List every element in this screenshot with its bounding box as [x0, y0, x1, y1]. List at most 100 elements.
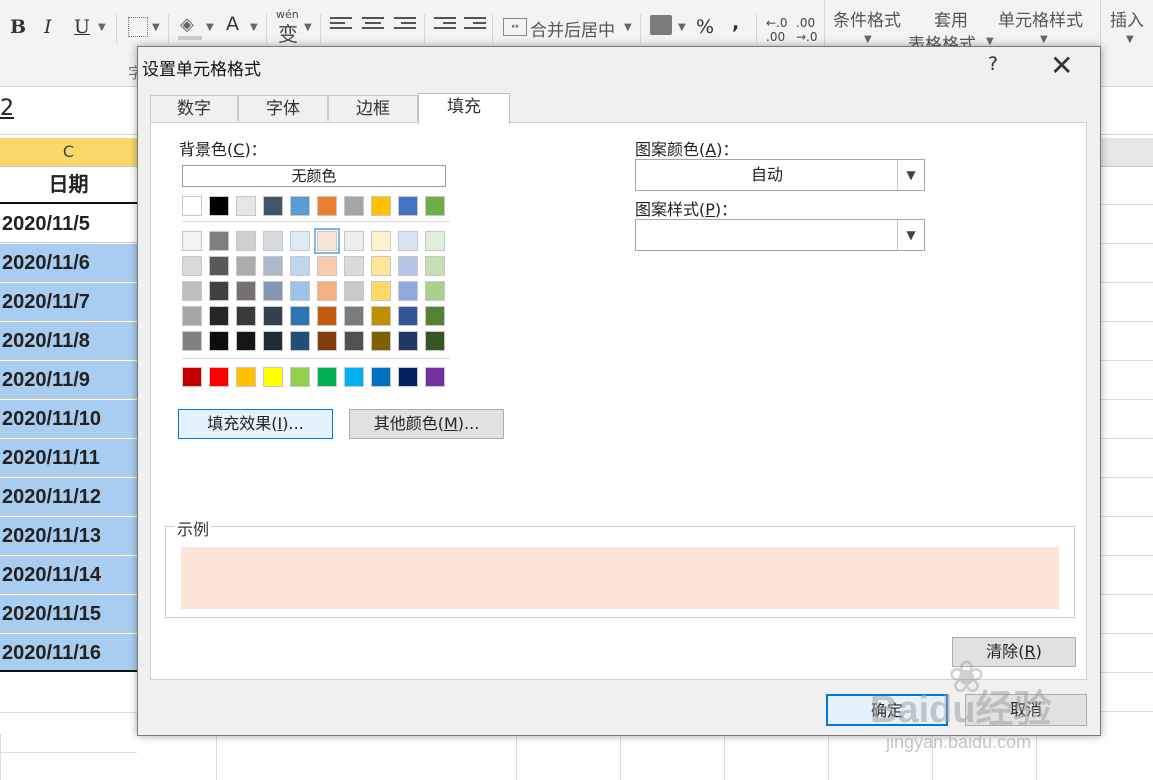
align-left-icon[interactable]	[330, 17, 352, 33]
chevron-down-icon[interactable]: ▼	[897, 160, 924, 190]
standard-color-swatch[interactable]	[317, 367, 337, 387]
theme-color-swatch[interactable]	[209, 196, 229, 216]
tint-color-swatch[interactable]	[182, 306, 202, 326]
tint-color-swatch[interactable]	[290, 281, 310, 301]
merge-center-button[interactable]: 合并后居中	[530, 16, 615, 41]
tint-color-swatch[interactable]	[263, 306, 283, 326]
border-dropdown-icon[interactable]: ▼	[152, 22, 160, 33]
standard-color-swatch[interactable]	[263, 367, 283, 387]
standard-color-swatch[interactable]	[236, 367, 256, 387]
tint-color-swatch[interactable]	[236, 256, 256, 276]
help-icon[interactable]: ?	[988, 53, 998, 75]
theme-color-swatch[interactable]	[263, 196, 283, 216]
tint-color-swatch[interactable]	[344, 256, 364, 276]
decrease-decimal-icon[interactable]: .00 →.0	[796, 16, 818, 44]
more-colors-button[interactable]: 其他颜色(M)...	[349, 409, 504, 439]
tint-color-swatch[interactable]	[425, 331, 445, 351]
date-cell[interactable]: 2020/11/9	[0, 361, 137, 399]
font-color-dropdown-icon[interactable]: ▼	[250, 22, 258, 33]
no-color-button[interactable]: 无颜色	[182, 165, 446, 187]
tint-color-swatch[interactable]	[398, 331, 418, 351]
header-cell-date[interactable]: 日期	[0, 166, 137, 204]
close-icon[interactable]: ✕	[1050, 49, 1073, 82]
fill-color-dropdown-icon[interactable]: ▼	[206, 22, 214, 33]
underline-button[interactable]: U	[74, 16, 90, 38]
bold-button[interactable]: B	[10, 16, 26, 38]
tint-color-swatch[interactable]	[236, 331, 256, 351]
tint-color-swatch[interactable]	[314, 228, 340, 254]
standard-color-swatch[interactable]	[209, 367, 229, 387]
tint-color-swatch[interactable]	[425, 306, 445, 326]
standard-color-swatch[interactable]	[290, 367, 310, 387]
tint-color-swatch[interactable]	[236, 281, 256, 301]
tint-color-swatch[interactable]	[263, 256, 283, 276]
insert-dropdown-icon[interactable]: ▼	[1126, 34, 1134, 45]
date-cell[interactable]: 2020/11/11	[0, 439, 137, 477]
merge-dropdown-icon[interactable]: ▼	[624, 22, 632, 33]
tint-color-swatch[interactable]	[344, 331, 364, 351]
column-header-c[interactable]: C	[0, 138, 138, 167]
percent-button[interactable]: %	[696, 16, 714, 38]
theme-color-swatch[interactable]	[398, 196, 418, 216]
insert-button[interactable]: 插入	[1110, 6, 1144, 31]
conditional-format-dropdown-icon[interactable]: ▼	[864, 34, 872, 45]
tint-color-swatch[interactable]	[344, 306, 364, 326]
theme-color-swatch[interactable]	[425, 196, 445, 216]
date-cell[interactable]: 2020/11/16	[0, 634, 137, 672]
tint-color-swatch[interactable]	[290, 331, 310, 351]
tint-color-swatch[interactable]	[182, 256, 202, 276]
italic-button[interactable]: I	[44, 16, 52, 38]
fill-color-icon[interactable]: ◈	[180, 14, 194, 35]
pattern-style-select[interactable]: ▼	[635, 219, 925, 251]
date-cell[interactable]: 2020/11/5	[0, 205, 137, 243]
decrease-indent-icon[interactable]	[434, 17, 456, 33]
tint-color-swatch[interactable]	[317, 331, 337, 351]
currency-dropdown-icon[interactable]: ▼	[678, 22, 686, 33]
name-box[interactable]: 2	[0, 96, 14, 121]
date-cell[interactable]: 2020/11/12	[0, 478, 137, 516]
tint-color-swatch[interactable]	[263, 331, 283, 351]
theme-color-swatch[interactable]	[236, 196, 256, 216]
fill-effects-button[interactable]: 填充效果(I)...	[178, 409, 333, 439]
pattern-color-select[interactable]: 自动 ▼	[635, 159, 925, 191]
tint-color-swatch[interactable]	[209, 256, 229, 276]
tint-color-swatch[interactable]	[398, 231, 418, 251]
standard-color-swatch[interactable]	[344, 367, 364, 387]
standard-color-swatch[interactable]	[182, 367, 202, 387]
tab-number[interactable]: 数字	[150, 95, 238, 121]
standard-color-swatch[interactable]	[425, 367, 445, 387]
theme-color-swatch[interactable]	[344, 196, 364, 216]
theme-color-swatch[interactable]	[182, 196, 202, 216]
theme-color-swatch[interactable]	[371, 196, 391, 216]
tint-color-swatch[interactable]	[263, 231, 283, 251]
standard-color-swatch[interactable]	[398, 367, 418, 387]
currency-icon[interactable]	[650, 15, 672, 35]
tab-font[interactable]: 字体	[238, 95, 328, 121]
tint-color-swatch[interactable]	[236, 306, 256, 326]
tint-color-swatch[interactable]	[317, 256, 337, 276]
column-header-next[interactable]	[1140, 138, 1153, 167]
tint-color-swatch[interactable]	[236, 231, 256, 251]
date-cell[interactable]: 2020/11/13	[0, 517, 137, 555]
tint-color-swatch[interactable]	[209, 231, 229, 251]
tint-color-swatch[interactable]	[317, 306, 337, 326]
tint-color-swatch[interactable]	[425, 256, 445, 276]
tint-color-swatch[interactable]	[425, 231, 445, 251]
tint-color-swatch[interactable]	[263, 281, 283, 301]
font-color-button[interactable]: A	[226, 13, 239, 35]
tint-color-swatch[interactable]	[290, 306, 310, 326]
tint-color-swatch[interactable]	[182, 331, 202, 351]
tint-color-swatch[interactable]	[182, 231, 202, 251]
tint-color-swatch[interactable]	[398, 256, 418, 276]
date-cell[interactable]: 2020/11/15	[0, 595, 137, 633]
cell-styles-button[interactable]: 单元格样式	[998, 6, 1083, 31]
date-cell[interactable]: 2020/11/8	[0, 322, 137, 360]
underline-dropdown-icon[interactable]: ▼	[98, 22, 106, 33]
increase-indent-icon[interactable]	[464, 17, 486, 33]
tint-color-swatch[interactable]	[209, 306, 229, 326]
conditional-format-button[interactable]: 条件格式	[833, 6, 901, 31]
tint-color-swatch[interactable]	[209, 331, 229, 351]
border-icon[interactable]	[128, 17, 148, 37]
tab-fill[interactable]: 填充	[418, 93, 510, 124]
tint-color-swatch[interactable]	[398, 281, 418, 301]
